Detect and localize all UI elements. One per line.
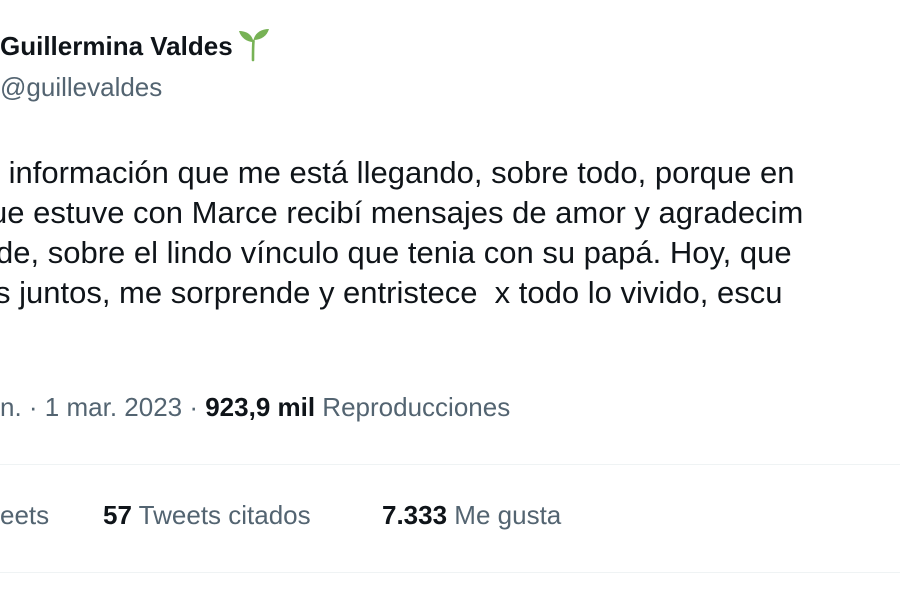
tweet-time[interactable]: n. · bbox=[0, 392, 45, 422]
retweets-stat[interactable]: eets bbox=[0, 500, 49, 531]
retweets-label: eets bbox=[0, 500, 50, 530]
tweet-text-line: información que me está llegando, sobre … bbox=[0, 155, 795, 190]
quotes-stat[interactable]: 57 Tweets citados bbox=[103, 500, 311, 531]
author-name-row[interactable]: Guillermina Valdes bbox=[0, 29, 272, 62]
tweet-text-line: s juntos, me sorprende y entristece x to… bbox=[0, 275, 783, 310]
likes-stat[interactable]: 7.333 Me gusta bbox=[382, 500, 561, 531]
tweet-meta: n. · 1 mar. 2023 · 923,9 mil Reproduccio… bbox=[0, 392, 510, 423]
quotes-count: 57 bbox=[103, 500, 132, 530]
tweet-date[interactable]: 1 mar. 2023 bbox=[45, 392, 182, 422]
divider bbox=[0, 464, 900, 465]
seedling-icon bbox=[236, 26, 272, 62]
quotes-label: Tweets citados bbox=[131, 500, 311, 530]
views-label: Reproducciones bbox=[315, 392, 511, 422]
likes-count: 7.333 bbox=[382, 500, 448, 530]
divider bbox=[0, 572, 900, 573]
author-display-name[interactable]: Guillermina Valdes bbox=[0, 31, 233, 62]
tweet-detail: Guillermina Valdes @guillevaldes informa… bbox=[0, 0, 900, 600]
author-handle[interactable]: @guillevaldes bbox=[0, 72, 162, 103]
views-count: 923,9 mil bbox=[205, 392, 316, 422]
likes-label: Me gusta bbox=[447, 500, 562, 530]
meta-separator: · bbox=[182, 392, 206, 422]
tweet-text-line: de, sobre el lindo vínculo que tenia con… bbox=[0, 235, 792, 270]
tweet-text-line: ue estuve con Marce recibí mensajes de a… bbox=[0, 195, 804, 230]
